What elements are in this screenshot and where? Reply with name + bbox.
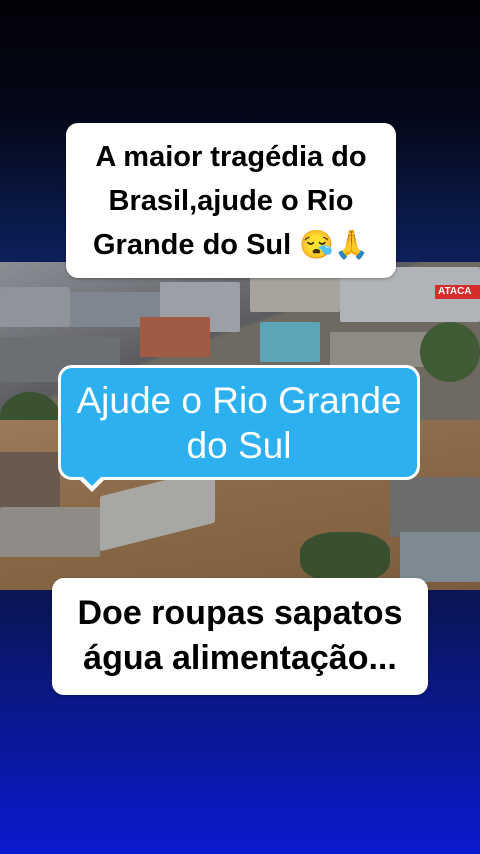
roof: [250, 272, 340, 312]
roof: [260, 322, 320, 362]
bubble-tail-inner: [82, 476, 102, 486]
store-sign: ATACA: [435, 285, 480, 299]
roof: [390, 477, 480, 537]
caption-middle-line-2: do Sul: [186, 425, 292, 466]
caption-middle-bubble: Ajude o Rio Grande do Sul: [58, 365, 420, 480]
roof: [0, 452, 60, 512]
roof: [400, 532, 480, 582]
caption-top-line-3-text: Grande do Sul: [93, 229, 292, 261]
caption-bottom-line-2: água alimentação...: [83, 639, 397, 677]
tree: [300, 532, 390, 582]
roof: [140, 317, 210, 357]
caption-middle-line-1: Ajude o Rio Grande: [76, 380, 402, 421]
roof: [0, 287, 70, 327]
caption-top-line-2: Brasil,ajude o Rio: [108, 185, 354, 217]
caption-bottom: Doe roupas sapatos água alimentação...: [52, 578, 428, 695]
caption-bottom-line-1: Doe roupas sapatos: [77, 594, 403, 632]
caption-top-line-3: Grande do Sul 😪🙏: [66, 223, 396, 267]
tree: [420, 322, 480, 382]
caption-top: A maior tragédia do Brasil,ajude o Rio G…: [66, 123, 396, 278]
sad-praying-emoji-icon: 😪🙏: [299, 229, 369, 260]
caption-top-line-1: A maior tragédia do: [95, 141, 367, 173]
roof: [0, 507, 100, 557]
